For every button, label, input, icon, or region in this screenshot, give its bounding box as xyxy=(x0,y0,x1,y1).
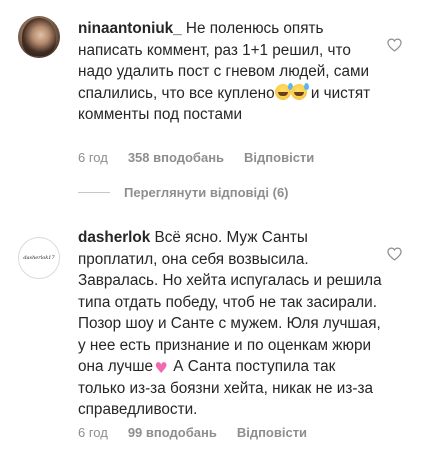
comment-likes-count[interactable]: 99 вподобань xyxy=(128,425,217,440)
comment-likes-count[interactable]: 358 вподобань xyxy=(128,150,224,165)
reply-button[interactable]: Відповісти xyxy=(237,425,307,440)
comment-time: 6 год xyxy=(78,150,108,165)
avatar[interactable]: dasherlok17 xyxy=(18,237,60,279)
comment-body: ninaantoniuk_ Не поленюсь опять написать… xyxy=(78,18,383,126)
comment-username[interactable]: dasherlok xyxy=(78,229,150,246)
view-replies-button[interactable]: Переглянути відповіді (6) xyxy=(78,185,289,200)
comment-meta: 6 год 358 вподобань Відповісти xyxy=(78,150,334,165)
comment-username[interactable]: ninaantoniuk_ xyxy=(78,20,182,37)
view-replies-label: Переглянути відповіді (6) xyxy=(124,185,289,200)
comment-body: dasherlok Всё ясно. Муж Санты проплатил,… xyxy=(78,227,383,421)
comment-meta: 6 год 99 вподобань Відповісти xyxy=(78,425,327,440)
comment-text: Всё ясно. Муж Санты проплатил, она себя … xyxy=(78,229,382,375)
avatar[interactable] xyxy=(18,16,60,58)
sweat-smile-emoji-icon xyxy=(274,82,293,100)
like-heart-icon[interactable] xyxy=(387,247,402,261)
sweat-smile-emoji-icon xyxy=(290,82,309,100)
view-replies-line xyxy=(78,192,110,193)
pink-heart-emoji-icon: ♥ xyxy=(154,359,168,377)
comment-time: 6 год xyxy=(78,425,108,440)
like-heart-icon[interactable] xyxy=(387,38,402,52)
reply-button[interactable]: Відповісти xyxy=(244,150,314,165)
avatar-photo xyxy=(22,18,56,56)
avatar-logo-text: dasherlok17 xyxy=(23,255,55,261)
